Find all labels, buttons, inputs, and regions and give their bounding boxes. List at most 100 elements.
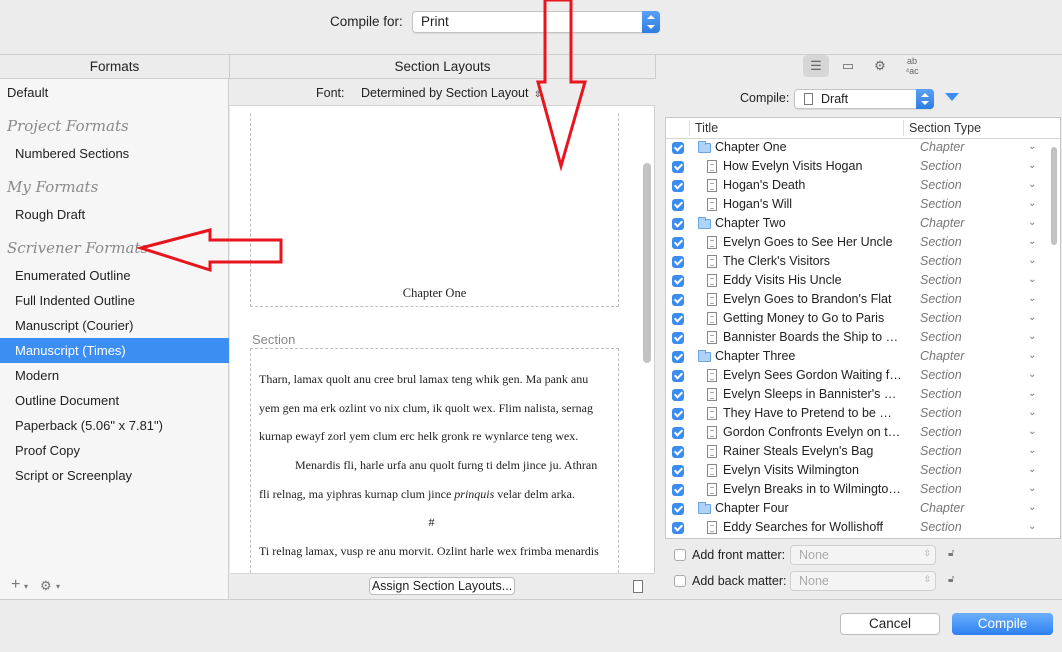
col-title-header[interactable]: Title	[695, 121, 718, 135]
chevron-down-icon[interactable]: ⌄	[1028, 141, 1036, 152]
chevron-down-icon[interactable]: ⌄	[1028, 426, 1036, 437]
table-row[interactable]: Getting Money to Go to Paris Section ⌄	[666, 310, 1060, 329]
compile-group-popup[interactable]: Draft	[794, 89, 934, 109]
include-checkbox[interactable]	[672, 446, 684, 458]
table-row[interactable]: Chapter Four Chapter ⌄	[666, 500, 1060, 519]
row-section-type[interactable]: Chapter	[920, 501, 964, 515]
row-section-type[interactable]: Section	[920, 368, 962, 382]
format-item[interactable]: Numbered Sections	[0, 141, 229, 166]
row-section-type[interactable]: Chapter	[920, 140, 964, 154]
chevron-down-icon[interactable]: ⌄	[1028, 293, 1036, 304]
format-item-selected[interactable]: Manuscript (Times)	[0, 338, 229, 363]
chevron-down-icon[interactable]: ⌄	[1028, 502, 1036, 513]
chevron-down-icon[interactable]: ⌄	[1028, 160, 1036, 171]
page-settings-icon[interactable]	[633, 580, 643, 593]
chevron-down-icon[interactable]: ⌄	[1028, 217, 1036, 228]
format-item[interactable]: Script or Screenplay	[0, 463, 229, 488]
col-type-header[interactable]: Section Type	[909, 121, 981, 135]
preview-scrollbar[interactable]	[643, 163, 651, 363]
back-matter-checkbox[interactable]	[674, 575, 686, 587]
include-checkbox[interactable]	[672, 351, 684, 363]
back-matter-popup[interactable]: None ⇳	[790, 571, 936, 591]
table-row[interactable]: Chapter One Chapter ⌄	[666, 139, 1060, 158]
compile-button[interactable]: Compile	[952, 613, 1053, 635]
chevron-down-icon[interactable]: ⌄	[1028, 407, 1036, 418]
row-section-type[interactable]: Section	[920, 520, 962, 534]
include-checkbox[interactable]	[672, 199, 684, 211]
include-checkbox[interactable]	[672, 503, 684, 515]
chevron-down-icon[interactable]: ⌄	[1028, 445, 1036, 456]
row-section-type[interactable]: Section	[920, 159, 962, 173]
include-checkbox[interactable]	[672, 161, 684, 173]
text-replacement-icon[interactable]: ab ⁴ac	[899, 55, 925, 77]
chevron-down-icon[interactable]: ⌄	[1028, 388, 1036, 399]
row-section-type[interactable]: Section	[920, 482, 962, 496]
chevron-down-icon[interactable]: ⌄	[1028, 236, 1036, 247]
row-section-type[interactable]: Section	[920, 292, 962, 306]
row-section-type[interactable]: Section	[920, 425, 962, 439]
table-row[interactable]: Hogan's Will Section ⌄	[666, 196, 1060, 215]
chevron-down-icon[interactable]: ⌄	[1028, 521, 1036, 532]
row-section-type[interactable]: Section	[920, 254, 962, 268]
row-section-type[interactable]: Section	[920, 178, 962, 192]
row-section-type[interactable]: Section	[920, 387, 962, 401]
font-popup[interactable]: Determined by Section Layout ⇳	[361, 86, 542, 100]
row-section-type[interactable]: Section	[920, 444, 962, 458]
chevron-down-icon[interactable]: ⌄	[1028, 274, 1036, 285]
front-matter-checkbox[interactable]	[674, 549, 686, 561]
table-row[interactable]: They Have to Pretend to be Mar... Section…	[666, 405, 1060, 424]
chevron-down-icon[interactable]: ⌄	[1028, 331, 1036, 342]
assign-section-layouts-button[interactable]: Assign Section Layouts...	[369, 577, 515, 595]
contents-scrollbar[interactable]	[1051, 147, 1057, 245]
add-format-icon[interactable]: +	[11, 576, 20, 594]
include-checkbox[interactable]	[672, 389, 684, 401]
format-item[interactable]: Manuscript (Courier)	[0, 313, 229, 338]
table-row[interactable]: Chapter Three Chapter ⌄	[666, 348, 1060, 367]
row-section-type[interactable]: Section	[920, 330, 962, 344]
chevron-down-icon[interactable]: ⌄	[1028, 483, 1036, 494]
table-row[interactable]: The Clerk's Visitors Section ⌄	[666, 253, 1060, 272]
table-row[interactable]: Eddy Searches for Wollishoff Section ⌄	[666, 519, 1060, 538]
table-row[interactable]: Chapter Two Chapter ⌄	[666, 215, 1060, 234]
include-checkbox[interactable]	[672, 313, 684, 325]
include-checkbox[interactable]	[672, 218, 684, 230]
format-item[interactable]: Proof Copy	[0, 438, 229, 463]
table-row[interactable]: Eddy Visits His Uncle Section ⌄	[666, 272, 1060, 291]
include-checkbox[interactable]	[672, 332, 684, 344]
include-checkbox[interactable]	[672, 180, 684, 192]
table-row[interactable]: Evelyn Goes to Brandon's Flat Section ⌄	[666, 291, 1060, 310]
include-checkbox[interactable]	[672, 256, 684, 268]
gear-icon[interactable]: ⚙	[867, 55, 893, 77]
include-checkbox[interactable]	[672, 427, 684, 439]
lock-icon[interactable]: 🔓︎	[948, 548, 954, 559]
format-item[interactable]: Rough Draft	[0, 202, 229, 227]
front-matter-popup[interactable]: None ⇳	[790, 545, 936, 565]
chevron-down-icon[interactable]: ⌄	[1028, 312, 1036, 323]
chevron-down-icon[interactable]: ⌄	[1028, 464, 1036, 475]
chevron-down-icon[interactable]: ⌄	[1028, 179, 1036, 190]
row-section-type[interactable]: Section	[920, 235, 962, 249]
row-section-type[interactable]: Section	[920, 197, 962, 211]
table-row[interactable]: Evelyn Sees Gordon Waiting for... Section…	[666, 367, 1060, 386]
row-section-type[interactable]: Section	[920, 406, 962, 420]
table-row[interactable]: Evelyn Breaks in to Wilmington's... Secti…	[666, 481, 1060, 500]
tag-icon[interactable]: ▭	[835, 55, 861, 77]
format-item[interactable]: Modern	[0, 363, 229, 388]
chevron-down-icon[interactable]: ⌄	[1028, 350, 1036, 361]
chevron-down-icon[interactable]: ⌄	[1028, 255, 1036, 266]
contents-list-icon[interactable]: ☰	[803, 55, 829, 77]
format-item[interactable]: Full Indented Outline	[0, 288, 229, 313]
table-row[interactable]: Evelyn Sleeps in Bannister's Room Section…	[666, 386, 1060, 405]
compile-for-popup[interactable]: Print	[412, 11, 660, 33]
table-row[interactable]: Rainer Steals Evelyn's Bag Section ⌄	[666, 443, 1060, 462]
include-checkbox[interactable]	[672, 522, 684, 534]
lock-icon[interactable]: 🔓︎	[948, 574, 954, 585]
row-section-type[interactable]: Chapter	[920, 349, 964, 363]
chevron-down-icon[interactable]: ⌄	[1028, 369, 1036, 380]
cancel-button[interactable]: Cancel	[840, 613, 940, 635]
table-row[interactable]: Gordon Confronts Evelyn on the... Section…	[666, 424, 1060, 443]
include-checkbox[interactable]	[672, 484, 684, 496]
table-row[interactable]: Evelyn Goes to See Her Uncle Section ⌄	[666, 234, 1060, 253]
chevron-down-icon[interactable]: ⌄	[1028, 198, 1036, 209]
filter-icon[interactable]	[945, 93, 959, 101]
